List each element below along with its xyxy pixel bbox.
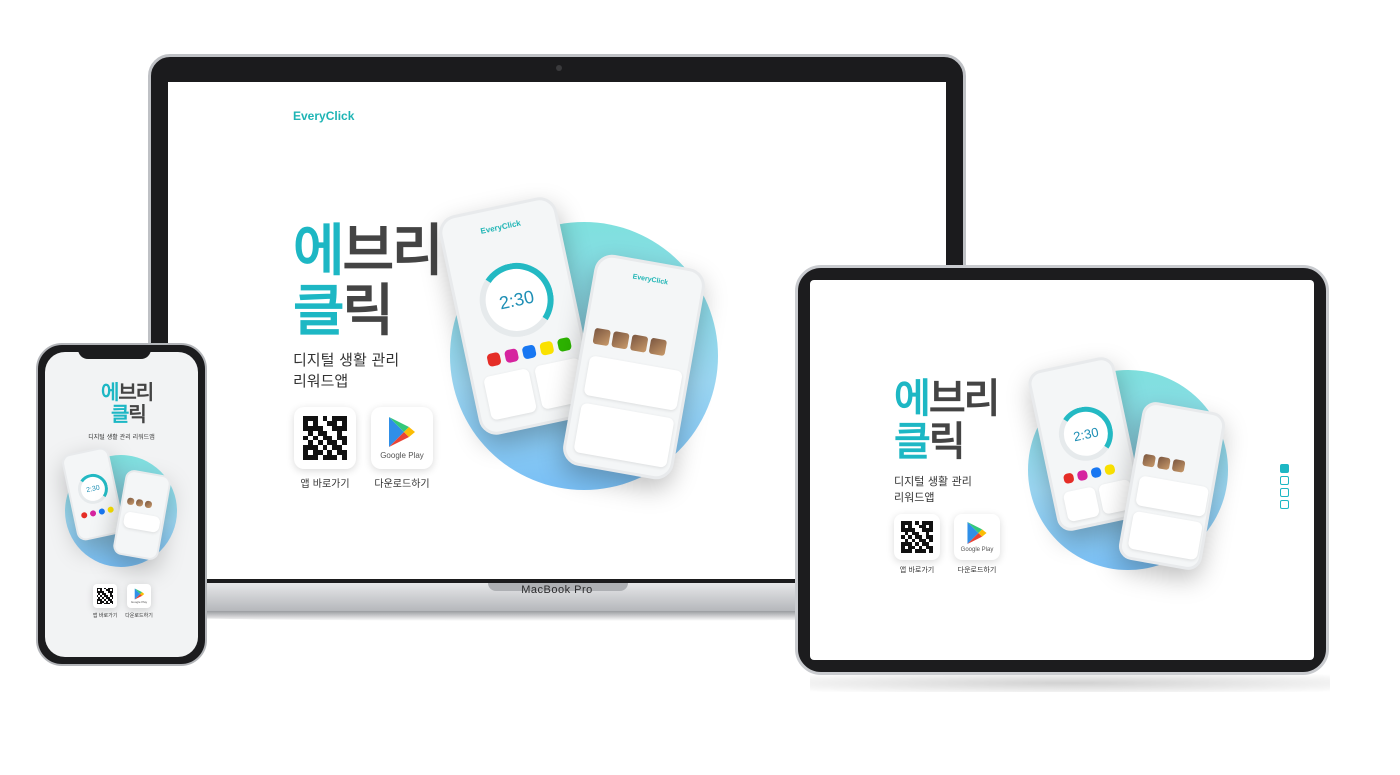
tablet-hero-subtitle: 디지털 생활 관리 리워드앱 [894, 474, 972, 506]
tablet-screen: 에브리 클릭 디지털 생활 관리 리워드앱 앱 바로가기 Google Play… [810, 280, 1314, 660]
mockup-list-card [1127, 510, 1204, 561]
hero-title-rest-1: 브리 [342, 219, 444, 284]
pager-dot-1[interactable] [1280, 464, 1289, 473]
tablet-mockup-timer-ring: 2:30 [1053, 401, 1118, 466]
mockup-thumb [144, 500, 153, 509]
mockup-thumb [592, 327, 611, 347]
google-play-icon [389, 417, 415, 447]
phone-title-rest-1: 브리 [118, 380, 154, 404]
mockup-thumb [629, 334, 649, 353]
hero-subtitle: 디지털 생활 관리 리워드앱 [293, 350, 399, 392]
phone-mockup-timer: 2:30 [85, 484, 101, 494]
tablet-title-rest-2: 릭 [928, 419, 966, 466]
mockup-thumb [135, 498, 144, 507]
kakaotalk-icon [107, 506, 115, 514]
mockup-list-card [122, 511, 161, 534]
site-logo[interactable]: EveryClick [293, 109, 354, 123]
phone-title-accent-2: 클 [111, 401, 129, 426]
youtube-icon [1062, 472, 1075, 485]
smartphone-screen: 에브리 클릭 디지털 생활 관리 리워드앱 2:30 앱 바로가기 Google… [45, 352, 198, 657]
hero-title-accent-2: 클 [293, 279, 345, 345]
mockup-timer: 2:30 [497, 286, 536, 313]
qr-code-icon [96, 587, 114, 605]
tablet-qr-label: 앱 바로가기 [899, 566, 935, 574]
smartphone-notch [78, 345, 151, 359]
tablet-shadow [810, 674, 1330, 692]
google-play-icon [967, 522, 987, 544]
google-play-badge-text: Google Play [960, 547, 994, 553]
tablet-title-accent-1: 에 [894, 376, 931, 422]
tablet-subtitle-line1: 디지털 생활 관리 [894, 475, 972, 488]
qr-code-tile[interactable] [294, 407, 356, 469]
phone-gp-label: 다운로드하기 [125, 613, 153, 619]
instagram-icon [1076, 469, 1089, 482]
google-play-badge-text: Google Play [380, 451, 424, 460]
qr-code-icon [303, 416, 347, 460]
google-play-tile[interactable]: Google Play [371, 407, 433, 469]
tablet-frame: 에브리 클릭 디지털 생활 관리 리워드앱 앱 바로가기 Google Play… [795, 265, 1329, 675]
mockup-logo-2: EveryClick [632, 273, 669, 287]
mockup-list-card [573, 402, 675, 469]
tablet-gp-tile[interactable]: Google Play [954, 514, 1000, 560]
tablet-subtitle-line2: 리워드앱 [894, 491, 935, 504]
mockup-thumb [648, 337, 668, 357]
pager-dot-2[interactable] [1280, 476, 1289, 485]
hero-title-rest-2: 릭 [342, 279, 395, 345]
phone-title-accent-1: 에 [101, 380, 119, 404]
hero-title-accent-1: 에 [293, 219, 345, 284]
device-mockup-stage: EveryClick 에브리 클릭 디지털 생활 관리 리워드앱 앱 바로가기 … [0, 0, 1400, 775]
mockup-list-card [583, 355, 683, 411]
hero-title: 에브리 클릭 [293, 219, 444, 345]
tablet-title-accent-2: 클 [894, 419, 931, 466]
tablet-qr-tile[interactable] [894, 514, 940, 560]
mockup-thumb [611, 330, 630, 350]
youtube-icon [80, 511, 88, 519]
hero-subtitle-line2: 리워드앱 [293, 372, 349, 390]
mockup-logo: EveryClick [479, 218, 522, 236]
facebook-icon [521, 344, 537, 360]
tablet-title-rest-1: 브리 [928, 376, 1001, 422]
tablet-gp-label: 다운로드하기 [957, 566, 997, 574]
instagram-icon [89, 509, 97, 517]
qr-code-icon [901, 521, 933, 553]
facebook-icon [98, 507, 106, 516]
mockup-list-card [1135, 475, 1210, 518]
youtube-icon [486, 351, 502, 368]
section-pager [1280, 464, 1290, 512]
mockup-thumb [1171, 458, 1186, 473]
mockup-thumb [126, 497, 135, 506]
kakaotalk-icon [539, 340, 555, 356]
tablet-mockup-timer: 2:30 [1071, 423, 1100, 444]
google-play-badge-text: Google Play [130, 600, 148, 604]
facebook-icon [1090, 466, 1103, 479]
mockup-timer-ring: 2:30 [472, 256, 561, 344]
mockup-thumb [1156, 456, 1171, 471]
phone-gp-tile[interactable]: Google Play [127, 584, 151, 608]
kakaotalk-icon [1103, 463, 1116, 476]
gp-label: 다운로드하기 [374, 479, 430, 490]
smartphone-frame: 에브리 클릭 디지털 생활 관리 리워드앱 2:30 앱 바로가기 Google… [36, 343, 207, 666]
phone-mockup-timer-ring: 2:30 [75, 471, 111, 507]
instagram-icon [503, 347, 520, 364]
tablet-hero-title: 에브리 클릭 [894, 376, 1001, 466]
phone-hero-title: 에브리 클릭 [101, 380, 154, 426]
qr-label: 앱 바로가기 [300, 479, 350, 490]
pager-dot-3[interactable] [1280, 488, 1289, 497]
line-icon [556, 336, 573, 353]
mockup-thumb [1142, 453, 1157, 468]
phone-qr-tile[interactable] [93, 584, 117, 608]
mockup-card-left [483, 368, 538, 421]
hero-subtitle-line1: 디지털 생활 관리 [293, 351, 400, 369]
mockup-card-left [1062, 486, 1101, 523]
phone-title-rest-2: 릭 [128, 401, 146, 426]
laptop-camera [556, 65, 562, 71]
google-play-icon [134, 588, 144, 600]
phone-hero-subtitle: 디지털 생활 관리 리워드앱 [88, 434, 155, 441]
pager-dot-4[interactable] [1280, 500, 1289, 509]
